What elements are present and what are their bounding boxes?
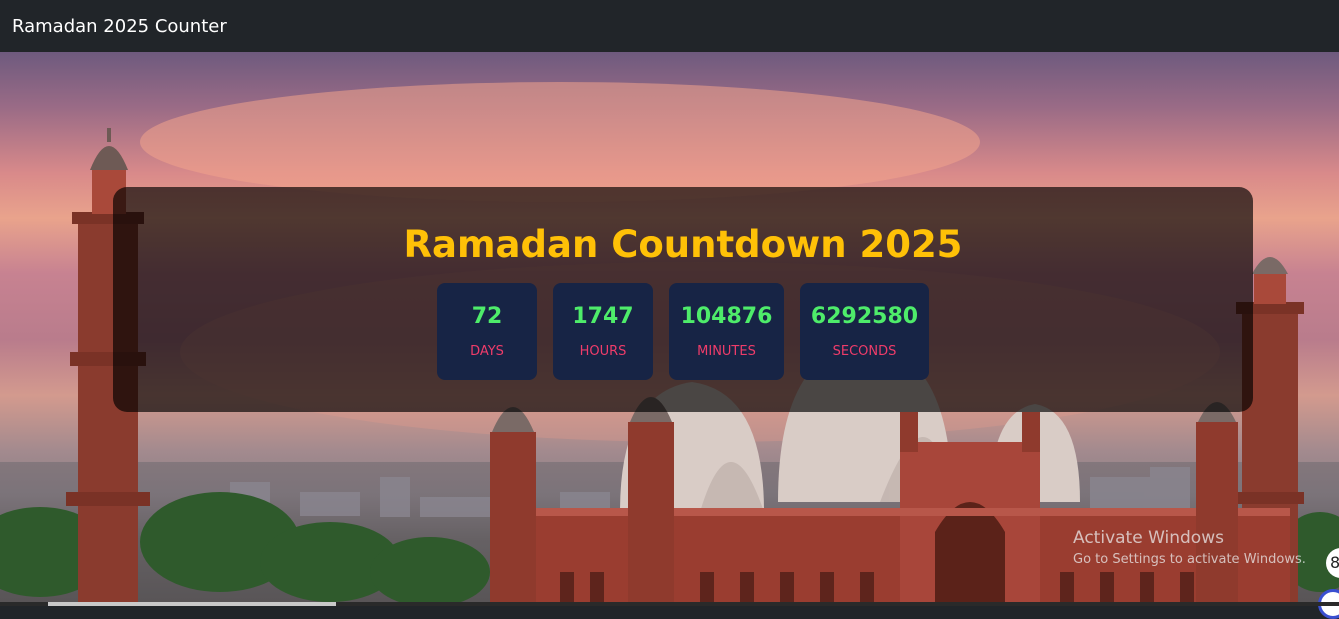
hero-background: Ramadan Countdown 2025 72 DAYS 1747 HOUR… bbox=[0, 52, 1339, 606]
minutes-label: MINUTES bbox=[697, 344, 756, 359]
countdown-hours: 1747 HOURS bbox=[553, 283, 653, 380]
countdown-seconds: 6292580 SECONDS bbox=[800, 283, 929, 380]
seconds-label: SECONDS bbox=[832, 344, 897, 359]
countdown-minutes: 104876 MINUTES bbox=[669, 283, 784, 380]
watermark-subtitle: Go to Settings to activate Windows. bbox=[1073, 552, 1306, 567]
days-label: DAYS bbox=[470, 344, 504, 359]
navbar-brand[interactable]: Ramadan 2025 Counter bbox=[12, 16, 227, 37]
navbar: Ramadan 2025 Counter bbox=[0, 0, 1339, 52]
seconds-value: 6292580 bbox=[810, 304, 919, 329]
countdown-title: Ramadan Countdown 2025 bbox=[403, 223, 963, 266]
activate-windows-watermark: Activate Windows Go to Settings to activ… bbox=[1073, 528, 1306, 567]
minutes-value: 104876 bbox=[680, 304, 773, 329]
countdown-days: 72 DAYS bbox=[437, 283, 537, 380]
hours-label: HOURS bbox=[579, 344, 627, 359]
scrollbar-thumb[interactable] bbox=[48, 602, 336, 606]
days-value: 72 bbox=[471, 304, 503, 329]
watermark-title: Activate Windows bbox=[1073, 528, 1224, 548]
countdown-panel: Ramadan Countdown 2025 72 DAYS 1747 HOUR… bbox=[113, 187, 1253, 412]
hours-value: 1747 bbox=[572, 304, 634, 329]
